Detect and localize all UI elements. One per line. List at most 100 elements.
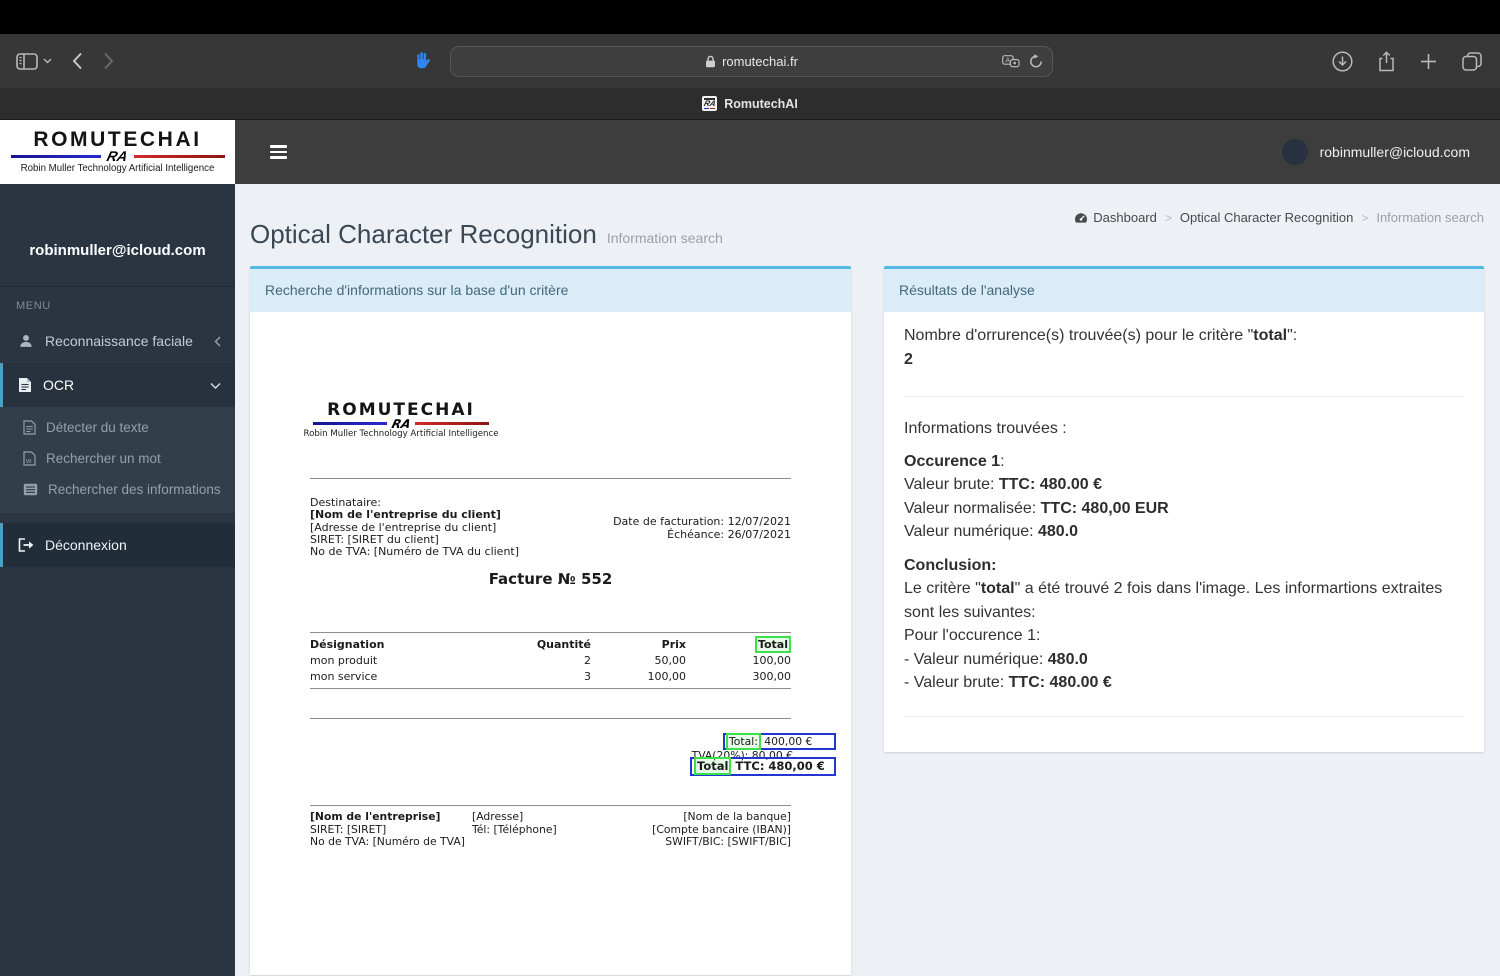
svg-text:w: w: [25, 456, 32, 465]
conclusion-heading: Conclusion:: [904, 556, 997, 574]
new-tab-icon[interactable]: [1420, 53, 1437, 70]
sidebar-toggle-icon[interactable]: [16, 52, 38, 70]
sidebar-item-label: Reconnaissance faciale: [45, 333, 193, 349]
hamburger-menu-icon[interactable]: [270, 145, 287, 159]
invoice-divider: [310, 478, 791, 479]
breadcrumb-separator: >: [1361, 210, 1369, 225]
occurrence-count-line: Nombre d'orrurence(s) trouvée(s) pour le…: [904, 327, 1298, 344]
document-icon: [18, 377, 32, 393]
breadcrumb-separator: >: [1164, 210, 1172, 225]
occurrence-title: Occurence 1:: [904, 452, 1005, 470]
value-row: Valeur normalisée: TTC: 480,00 EUR: [904, 499, 1169, 517]
sidebar-item-deconnexion[interactable]: Déconnexion: [0, 523, 235, 567]
ocr-detection-box-total: Total: 400,00 €: [723, 733, 836, 750]
downloads-icon[interactable]: [1332, 50, 1353, 72]
ocr-highlight-total: Total: [694, 757, 732, 775]
invoice-image: ROMUTECHAI RA Robin Muller Technology Ar…: [250, 312, 851, 975]
translate-icon[interactable]: A: [1002, 54, 1020, 69]
tab-favicon: RA: [702, 96, 718, 111]
left-panel-title: Recherche d'informations sur la base d'u…: [250, 269, 851, 312]
sidebar-dropdown-chevron-icon[interactable]: [43, 58, 52, 64]
search-criteria-panel: Recherche d'informations sur la base d'u…: [250, 266, 851, 975]
url-bar[interactable]: romutechai.fr A: [450, 46, 1053, 77]
conclusion-line: Pour l'occurence 1:: [904, 627, 1041, 644]
sidebar-subitem-label: Rechercher un mot: [46, 451, 161, 466]
sidebar-subitem-label: Rechercher des informations: [48, 482, 221, 497]
right-panel-title: Résultats de l'analyse: [884, 269, 1484, 312]
macos-menubar: [0, 0, 1500, 34]
tab-overview-icon[interactable]: [1462, 51, 1482, 71]
forward-button[interactable]: [103, 52, 114, 70]
table-row: mon service 3 100,00 300,00: [310, 670, 791, 683]
sidebar-item-ocr[interactable]: OCR: [0, 363, 235, 407]
ocr-detection-box-total-ttc: Total TTC: 480,00 €: [690, 757, 836, 776]
invoice-table: Désignation Quantité Prix Total mon prod…: [310, 632, 791, 689]
file-word-icon: w: [23, 451, 36, 466]
content-blocker-hand-icon[interactable]: [411, 50, 432, 72]
brand-tagline: Robin Muller Technology Artificial Intel…: [20, 163, 215, 175]
brand-underline: RA: [10, 147, 225, 164]
file-text-icon: [23, 420, 36, 435]
sidebar-item-label: Déconnexion: [45, 537, 127, 553]
sidebar-user-email: robinmuller@icloud.com: [29, 242, 206, 259]
brand-mark: RA: [105, 147, 130, 164]
page-subtitle: Information search: [606, 230, 723, 246]
ocr-highlight-total-header: Total: [754, 636, 791, 653]
results-divider: [904, 396, 1464, 397]
back-button[interactable]: [72, 52, 83, 70]
svg-text:A: A: [1005, 57, 1010, 64]
chevron-left-icon: [214, 336, 221, 347]
avatar: [1281, 139, 1308, 165]
app-header: robinmuller@icloud.com: [235, 120, 1500, 184]
main-area: robinmuller@icloud.com Dashboard > Optic…: [235, 120, 1500, 976]
ocr-highlight-total: Total:: [726, 733, 761, 750]
results-divider: [904, 715, 1464, 717]
invoice-logo: ROMUTECHAI RA Robin Muller Technology Ar…: [303, 400, 499, 439]
tachometer-icon: [1074, 212, 1088, 224]
info-heading: Informations trouvées :: [904, 420, 1067, 437]
invoice-dates: Date de facturation: 12/07/2021 Échéance…: [613, 515, 791, 541]
breadcrumb-dashboard[interactable]: Dashboard: [1074, 210, 1157, 225]
conclusion-bullet: - Valeur brute: TTC: 480.00 €: [904, 674, 1112, 691]
invoice-divider: [310, 718, 791, 719]
analysis-results-panel: Résultats de l'analyse Nombre d'orrurenc…: [884, 266, 1484, 752]
sign-out-icon: [18, 538, 34, 552]
sidebar-item-reconnaissance-faciale[interactable]: Reconnaissance faciale: [0, 319, 235, 363]
invoice-footer: [Nom de l'entreprise] SIRET: [SIRET] No …: [310, 805, 791, 849]
url-text: romutechai.fr: [722, 54, 798, 69]
conclusion-bullet: - Valeur numérique: 480.0: [904, 650, 1088, 668]
browser-toolbar: romutechai.fr A: [0, 34, 1500, 88]
sidebar-subitem-detecter-du-texte[interactable]: Détecter du texte: [0, 412, 235, 443]
chevron-down-icon: [210, 382, 221, 389]
active-tab[interactable]: RomutechAI: [724, 97, 798, 111]
invoice-recipient: Destinataire: [Nom de l'entreprise du cl…: [310, 496, 520, 559]
screen: romutechai.fr A RA RomutechAI ROMUTECHAI…: [0, 0, 1500, 976]
breadcrumb-current: Information search: [1376, 210, 1484, 225]
value-row: Valeur numérique: 480.0: [904, 523, 1079, 540]
sidebar-logo[interactable]: ROMUTECHAI RA Robin Muller Technology Ar…: [0, 120, 235, 184]
invoice-title: Facture № 552: [488, 570, 613, 588]
value-row: Valeur brute: TTC: 480.00 €: [904, 476, 1103, 493]
header-user-menu[interactable]: robinmuller@icloud.com: [1281, 139, 1470, 165]
sidebar-menu-label: MENU: [16, 300, 51, 312]
table-row: mon produit 2 50,00 100,00: [310, 654, 791, 667]
list-icon: [23, 483, 38, 496]
occurrence-count-value: 2: [904, 350, 913, 368]
page-title: Optical Character Recognition: [250, 219, 597, 249]
header-user-email: robinmuller@icloud.com: [1319, 144, 1470, 160]
sidebar-ocr-submenu: Détecter du texte w Rechercher un mot Re…: [0, 407, 235, 513]
tab-bar: RA RomutechAI: [0, 88, 1500, 120]
sidebar: ROMUTECHAI RA Robin Muller Technology Ar…: [0, 120, 235, 976]
content: Dashboard > Optical Character Recognitio…: [235, 184, 1500, 976]
person-icon: [18, 333, 34, 349]
lock-icon: [705, 55, 716, 68]
sidebar-subitem-label: Détecter du texte: [46, 420, 149, 435]
sidebar-subitem-rechercher-un-mot[interactable]: w Rechercher un mot: [0, 443, 235, 474]
share-icon[interactable]: [1378, 50, 1395, 72]
conclusion-paragraph: Le critère "total" a été trouvé 2 fois d…: [904, 580, 1443, 621]
reload-icon[interactable]: [1029, 54, 1043, 69]
sidebar-item-label: OCR: [43, 377, 75, 393]
sidebar-subitem-rechercher-des-informations[interactable]: Rechercher des informations: [0, 474, 235, 505]
breadcrumb-section[interactable]: Optical Character Recognition: [1180, 210, 1353, 225]
breadcrumb: Dashboard > Optical Character Recognitio…: [1074, 210, 1484, 225]
